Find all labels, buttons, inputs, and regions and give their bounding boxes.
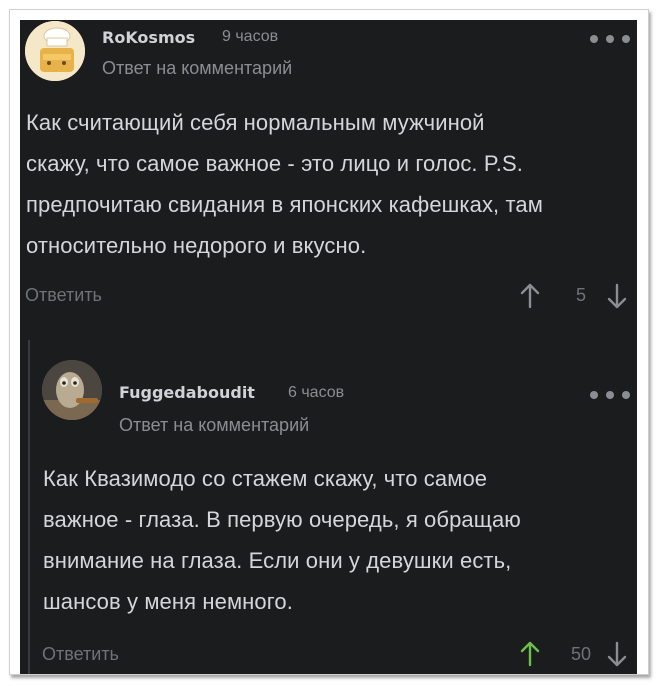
reply-button[interactable]: Ответить [25,285,102,306]
comment-time: 6 часов [288,384,345,401]
dot [606,391,614,399]
screenshot-frame: RoKosmos 9 часов Ответ на комментарий Ка… [9,9,649,675]
comment-text-line: относительно недорого и вкусно. [26,233,367,258]
reply-to-label[interactable]: Ответ на комментарий [102,58,292,79]
arrow-down-icon[interactable] [605,640,629,668]
reply-to-label[interactable]: Ответ на комментарий [119,415,309,436]
comment: RoKosmos 9 часов Ответ на комментарий Ка… [20,20,637,340]
comment-text: Как Квазимодо со стажем скажу, что самое… [43,458,603,622]
dot [622,391,630,399]
rating-count: 50 [570,644,592,664]
dot [606,35,614,43]
comment-text-line: внимание на глаза. Если они у девушки ес… [43,548,512,573]
comment-text-line: шансов у меня немного. [43,589,293,614]
comment-text-line: Как Квазимодо со стажем скажу, что самое [43,466,488,491]
author-name[interactable]: RoKosmos [102,28,195,47]
arrow-up-icon[interactable] [518,640,542,668]
author-name[interactable]: Fuggedaboudit [119,383,255,402]
comment-text: Как считающий себя нормальным мужчиной с… [26,102,632,266]
arrow-down-icon[interactable] [605,282,629,310]
comment-text-line: предпочитаю свидания в японских кафешках… [26,192,543,217]
comment-time: 9 часов [222,28,279,45]
comment-text-line: важное - глаза. В первую очередь, я обра… [43,507,521,532]
dot [590,35,598,43]
more-dots-icon[interactable] [590,33,630,45]
avatar-image [25,21,85,81]
avatar-image [42,360,102,420]
comments-screen: RoKosmos 9 часов Ответ на комментарий Ка… [20,20,637,674]
avatar[interactable] [42,360,102,420]
reply-button[interactable]: Ответить [42,644,119,665]
dot [622,35,630,43]
rating-count: 5 [575,285,586,305]
more-dots-icon[interactable] [590,389,630,401]
comment: Fuggedaboudit 6 часов Ответ на комментар… [20,338,637,674]
dot [590,391,598,399]
arrow-up-icon[interactable] [518,282,542,310]
avatar[interactable] [25,21,85,81]
comment-text-line: Как считающий себя нормальным мужчиной [26,110,485,135]
comment-text-line: скажу, что самое важное - это лицо и гол… [26,151,523,176]
